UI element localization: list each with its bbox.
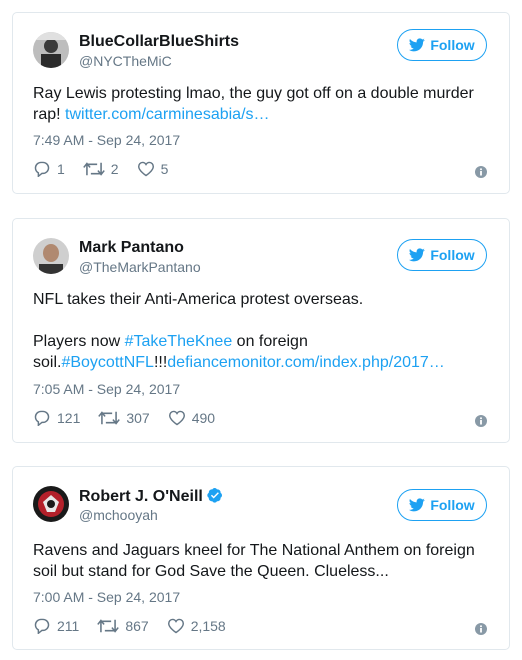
like-button[interactable]: 5: [137, 161, 169, 177]
follow-button[interactable]: Follow: [397, 489, 487, 521]
tweet-text-line: Players now #TakeTheKnee on foreign: [33, 331, 489, 352]
retweet-icon: [82, 162, 105, 176]
tweet-text-line: soil.#BoycottNFL!!!defiancemonitor.com/i…: [33, 352, 489, 373]
tweet-text: NFL takes their Anti-America protest ove…: [33, 289, 489, 373]
display-name[interactable]: Robert J. O'Neill: [79, 487, 223, 506]
hashtag-link[interactable]: #TakeTheKnee: [125, 333, 233, 350]
bird-icon: [409, 38, 426, 52]
reply-icon: [34, 161, 50, 177]
timestamp[interactable]: 7:00 AM - Sep 24, 2017: [33, 589, 180, 605]
tweet-text: Ray Lewis protesting lmao, the guy got o…: [33, 83, 489, 125]
timestamp[interactable]: 7:49 AM - Sep 24, 2017: [33, 132, 180, 148]
tweet-text-line: Ravens and Jaguars kneel for The Nationa…: [33, 542, 475, 559]
retweet-icon: [98, 411, 121, 425]
timestamp[interactable]: 7:05 AM - Sep 24, 2017: [33, 381, 180, 397]
hashtag-link[interactable]: #BoycottNFL: [61, 354, 153, 371]
tweet-card-1[interactable]: BlueCollarBlueShirts @NYCTheMiC Follow R…: [12, 12, 510, 194]
user-handle[interactable]: @TheMarkPantano: [79, 259, 201, 275]
tweet-card-2[interactable]: Mark Pantano @TheMarkPantano Follow NFL …: [12, 218, 510, 443]
tweet-text: Ravens and Jaguars kneel for The Nationa…: [33, 540, 489, 582]
tweet-text-line: NFL takes their Anti-America protest ove…: [33, 291, 364, 308]
avatar[interactable]: [33, 32, 69, 68]
display-name-text: Robert J. O'Neill: [79, 488, 203, 505]
follow-button[interactable]: Follow: [397, 29, 487, 61]
reply-icon: [34, 410, 50, 426]
tweet-text-line: Ray Lewis protesting lmao, the guy got o…: [33, 85, 474, 102]
retweet-button[interactable]: 867: [97, 618, 149, 634]
tweet-actions: 1 2 5: [33, 161, 186, 177]
tweet-text-fragment: Players now: [33, 333, 125, 350]
retweet-count: 867: [125, 618, 149, 634]
retweet-count: 2: [110, 161, 119, 177]
reply-button[interactable]: 1: [33, 161, 65, 177]
avatar[interactable]: [33, 486, 69, 522]
reply-count: 121: [57, 410, 81, 426]
follow-label: Follow: [430, 497, 475, 513]
avatar-image-icon: [33, 238, 69, 274]
retweet-button[interactable]: 307: [98, 410, 150, 426]
info-icon[interactable]: [475, 415, 487, 427]
reply-count: 211: [57, 618, 80, 634]
avatar-image-icon: [33, 32, 69, 68]
like-count: 2,158: [190, 618, 226, 634]
retweet-icon: [97, 619, 120, 633]
retweet-count: 307: [126, 410, 150, 426]
tweet-link[interactable]: twitter.com/carminesabia/s…: [65, 106, 270, 123]
like-count: 5: [160, 161, 169, 177]
tweet-text-fragment: on foreign: [232, 333, 308, 350]
reply-button[interactable]: 211: [33, 618, 79, 634]
like-count: 490: [191, 410, 216, 426]
heart-icon: [167, 618, 184, 634]
avatar-image-icon: [33, 486, 69, 522]
heart-icon: [168, 410, 185, 426]
tweet-actions: 211 867 2,158: [33, 618, 244, 634]
bird-icon: [409, 498, 426, 512]
info-icon[interactable]: [475, 166, 487, 178]
like-button[interactable]: 2,158: [167, 618, 226, 634]
display-name[interactable]: Mark Pantano: [79, 239, 184, 257]
heart-icon: [137, 161, 154, 177]
reply-icon: [34, 618, 50, 634]
tweet-text-fragment: soil.: [33, 354, 62, 371]
tweet-text-fragment: rap!: [33, 106, 66, 123]
tweet-text-fragment: !!!: [153, 354, 168, 371]
tweet-card-3[interactable]: Robert J. O'Neill @mchooyah Follow Raven…: [12, 466, 510, 650]
verified-badge-icon: [207, 488, 222, 503]
display-name[interactable]: BlueCollarBlueShirts: [79, 33, 239, 51]
tweet-link[interactable]: defiancemonitor.com/index.php/2017…: [167, 354, 445, 371]
info-icon[interactable]: [475, 623, 487, 635]
avatar[interactable]: [33, 238, 69, 274]
tweet-text-line: soil but stand for God Save the Queen. C…: [33, 563, 389, 580]
follow-label: Follow: [430, 247, 475, 263]
user-handle[interactable]: @mchooyah: [79, 507, 158, 523]
user-handle[interactable]: @NYCTheMiC: [79, 53, 172, 69]
follow-label: Follow: [430, 37, 475, 53]
tweet-text-line: rap! twitter.com/carminesabia/s…: [33, 104, 489, 125]
reply-button[interactable]: 121: [33, 410, 80, 426]
bird-icon: [409, 248, 426, 262]
follow-button[interactable]: Follow: [397, 239, 487, 271]
reply-count: 1: [57, 161, 65, 177]
like-button[interactable]: 490: [168, 410, 215, 426]
tweet-actions: 121 307 490: [33, 410, 233, 426]
retweet-button[interactable]: 2: [82, 161, 119, 177]
